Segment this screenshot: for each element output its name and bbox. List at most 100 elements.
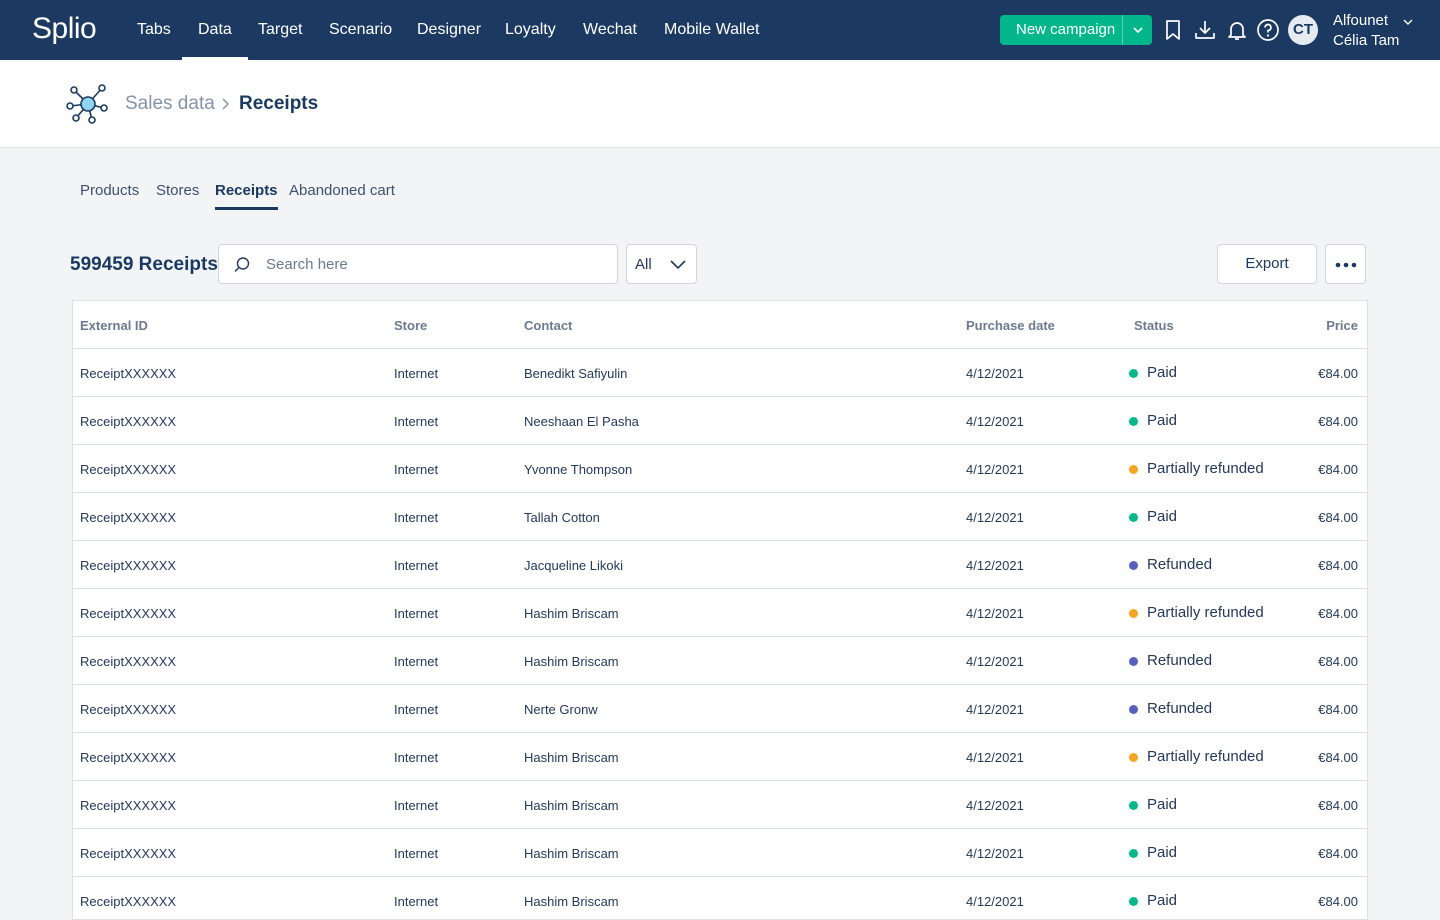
nav-item-scenario[interactable]: Scenario	[329, 0, 392, 60]
cell-price: €84.00	[1318, 654, 1358, 669]
cell-external-id: ReceiptXXXXXX	[80, 366, 177, 381]
tab-abandoned-cart[interactable]: Abandoned cart	[289, 182, 395, 210]
table-row[interactable]: ReceiptXXXXXX Internet Hashim Briscam 4/12/…	[73, 589, 1367, 637]
cell-store: Internet	[394, 894, 439, 909]
cell-store: Internet	[394, 462, 439, 477]
nav-item-designer[interactable]: Designer	[417, 0, 481, 60]
table-row[interactable]: ReceiptXXXXXX Internet Yvonne Thompson 4/12…	[73, 445, 1367, 493]
tab-receipts[interactable]: Receipts	[215, 182, 278, 210]
tab-stores[interactable]: Stores	[156, 182, 199, 210]
breadcrumb-parent[interactable]: Sales data	[125, 93, 215, 115]
table-row[interactable]: ReceiptXXXXXX Internet Hashim Briscam 4/12/…	[73, 637, 1367, 685]
chevron-down-icon	[1133, 27, 1143, 34]
cell-price: €84.00	[1318, 462, 1358, 477]
cell-store: Internet	[394, 798, 439, 813]
receipts-count: 599459 Receipts	[70, 254, 218, 275]
column-header-store[interactable]: Store	[394, 318, 427, 333]
cell-store: Internet	[394, 414, 439, 429]
status-dot	[1129, 513, 1138, 522]
status-badge: Partially refunded	[1147, 748, 1264, 765]
table-row[interactable]: ReceiptXXXXXX Internet Hashim Briscam 4/12/…	[73, 877, 1367, 919]
chevron-down-icon[interactable]	[1402, 16, 1414, 28]
table-row[interactable]: ReceiptXXXXXX Internet Jacqueline Likoki 4/…	[73, 541, 1367, 589]
cell-external-id: ReceiptXXXXXX	[80, 798, 177, 813]
cell-external-id: ReceiptXXXXXX	[80, 846, 177, 861]
new-campaign-dropdown[interactable]	[1122, 15, 1152, 45]
cell-external-id: ReceiptXXXXXX	[80, 702, 177, 717]
bookmark-icon[interactable]	[1161, 18, 1185, 42]
column-header-price[interactable]: Price	[1326, 318, 1358, 333]
status-dot	[1129, 705, 1138, 714]
cell-purchase-date: 4/12/2021	[966, 510, 1024, 525]
table-row[interactable]: ReceiptXXXXXX Internet Hashim Briscam 4/12/…	[73, 733, 1367, 781]
cell-price: €84.00	[1318, 414, 1358, 429]
cell-contact[interactable]: Yvonne Thompson	[524, 462, 632, 477]
cell-external-id: ReceiptXXXXXX	[80, 654, 177, 669]
cell-contact[interactable]: Neeshaan El Pasha	[524, 414, 639, 429]
cell-contact[interactable]: Hashim Briscam	[524, 750, 619, 765]
table-row[interactable]: ReceiptXXXXXX Internet Neeshaan El Pasha 4/…	[73, 397, 1367, 445]
table-row[interactable]: ReceiptXXXXXX Internet Benedikt Safiyulin 4…	[73, 349, 1367, 397]
cell-contact[interactable]: Hashim Briscam	[524, 654, 619, 669]
cell-contact[interactable]: Hashim Briscam	[524, 846, 619, 861]
splio-logo[interactable]: Splio	[32, 12, 97, 46]
cell-purchase-date: 4/12/2021	[966, 846, 1024, 861]
status-badge: Paid	[1147, 412, 1178, 429]
search-box[interactable]	[218, 244, 618, 284]
cell-price: €84.00	[1318, 558, 1358, 573]
more-options-button[interactable]	[1325, 244, 1366, 284]
cell-contact[interactable]: Benedikt Safiyulin	[524, 366, 627, 381]
status-dot	[1129, 609, 1138, 618]
table-row[interactable]: ReceiptXXXXXX Internet Hashim Briscam 4/12/…	[73, 781, 1367, 829]
cell-price: €84.00	[1318, 798, 1358, 813]
tab-products[interactable]: Products	[80, 182, 139, 210]
nav-item-data[interactable]: Data	[182, 0, 248, 60]
search-input[interactable]	[266, 253, 596, 275]
cell-external-id: ReceiptXXXXXX	[80, 510, 177, 525]
cell-price: €84.00	[1318, 366, 1358, 381]
avatar[interactable]: CT	[1288, 15, 1318, 45]
status-badge: Paid	[1147, 892, 1178, 909]
column-header-contact[interactable]: Contact	[524, 318, 572, 333]
new-campaign-button[interactable]: New campaign	[1000, 15, 1152, 45]
cell-price: €84.00	[1318, 702, 1358, 717]
account-menu[interactable]: Alfounet Célia Tam	[1333, 11, 1399, 51]
nav-item-loyalty[interactable]: Loyalty	[505, 0, 556, 60]
status-filter-select[interactable]: All	[626, 244, 697, 284]
column-header-purchase-date[interactable]: Purchase date	[966, 318, 1055, 333]
cell-purchase-date: 4/12/2021	[966, 558, 1024, 573]
cell-purchase-date: 4/12/2021	[966, 702, 1024, 717]
nav-item-wechat[interactable]: Wechat	[583, 0, 637, 60]
cell-contact[interactable]: Nerte Gronw	[524, 702, 598, 717]
cell-contact[interactable]: Jacqueline Likoki	[524, 558, 623, 573]
cell-price: €84.00	[1318, 510, 1358, 525]
nav-item-target[interactable]: Target	[258, 0, 302, 60]
chevron-right-icon	[222, 98, 229, 110]
status-badge: Paid	[1147, 508, 1178, 525]
cell-external-id: ReceiptXXXXXX	[80, 606, 177, 621]
help-icon[interactable]	[1256, 18, 1280, 42]
column-header-status[interactable]: Status	[1134, 318, 1174, 333]
download-icon[interactable]	[1193, 18, 1217, 42]
nav-item-tabs[interactable]: Tabs	[137, 0, 171, 60]
status-dot	[1129, 753, 1138, 762]
cell-purchase-date: 4/12/2021	[966, 462, 1024, 477]
account-user: Célia Tam	[1333, 32, 1400, 49]
status-dot	[1129, 897, 1138, 906]
table-row[interactable]: ReceiptXXXXXX Internet Hashim Briscam 4/12/…	[73, 829, 1367, 877]
nav-item-mobile-wallet[interactable]: Mobile Wallet	[664, 0, 759, 60]
cell-external-id: ReceiptXXXXXX	[80, 414, 177, 429]
table-row[interactable]: ReceiptXXXXXX Internet Nerte Gronw 4/12/202…	[73, 685, 1367, 733]
bell-icon[interactable]	[1225, 18, 1249, 42]
cell-purchase-date: 4/12/2021	[966, 750, 1024, 765]
cell-contact[interactable]: Hashim Briscam	[524, 894, 619, 909]
table-row[interactable]: ReceiptXXXXXX Internet Tallah Cotton 4/12/2…	[73, 493, 1367, 541]
cell-contact[interactable]: Hashim Briscam	[524, 798, 619, 813]
cell-external-id: ReceiptXXXXXX	[80, 750, 177, 765]
page-title: Receipts	[239, 93, 319, 114]
export-button[interactable]: Export	[1217, 244, 1317, 284]
cell-external-id: ReceiptXXXXXX	[80, 558, 177, 573]
cell-contact[interactable]: Hashim Briscam	[524, 606, 619, 621]
column-header-external-id[interactable]: External ID	[80, 318, 148, 333]
cell-contact[interactable]: Tallah Cotton	[524, 510, 600, 525]
